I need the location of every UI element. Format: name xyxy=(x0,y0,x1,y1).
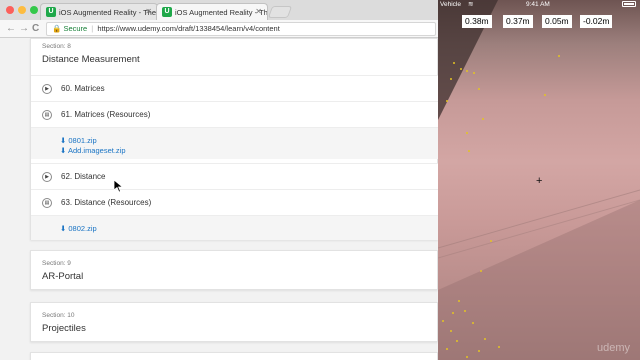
lecture-row[interactable]: ▶ 62. Distance xyxy=(31,163,438,189)
resource-list: ⬇ 0801.zip ⬇ Add.imageset.zip xyxy=(31,127,438,159)
section-label: Section: 9 xyxy=(42,260,71,267)
feature-point xyxy=(558,55,560,57)
resource-filename: 0801.zip xyxy=(68,136,97,145)
zoom-window-button[interactable] xyxy=(30,6,38,14)
section-title: Projectiles xyxy=(42,323,86,334)
section-card-next[interactable] xyxy=(30,352,438,360)
feature-point xyxy=(446,100,448,102)
feature-point xyxy=(466,132,468,134)
feature-point xyxy=(490,240,492,242)
feature-point xyxy=(544,94,546,96)
feature-point xyxy=(472,322,474,324)
resource-filename: Add.imageset.zip xyxy=(67,146,126,155)
section-label: Section: 8 xyxy=(42,43,71,50)
tab-bar: U iOS Augmented Reality - The C ✕ U iOS … xyxy=(0,0,438,20)
reload-icon[interactable]: C xyxy=(32,23,39,35)
resource-link[interactable]: ⬇ 0801.zip xyxy=(60,136,97,145)
feature-point xyxy=(450,330,452,332)
feature-point xyxy=(482,118,484,120)
wifi-icon: ≋ xyxy=(468,1,474,8)
lecture-row[interactable]: ▤ 61. Matrices (Resources) xyxy=(31,101,438,127)
feature-point xyxy=(453,62,455,64)
ar-camera-view[interactable]: Vehicle ≋ 9:41 AM 0.38m 0.37m 0.05m -0.0… xyxy=(438,0,640,360)
distance-label: 0.38m xyxy=(462,15,492,28)
address-bar[interactable]: 🔒 Secure | https://www.udemy.com/draft/1… xyxy=(46,22,436,36)
feature-point xyxy=(464,310,466,312)
new-tab-button[interactable] xyxy=(267,6,293,18)
lecture-row[interactable]: ▶ 60. Matrices xyxy=(31,75,438,101)
tab-title: iOS Augmented Reality - The C xyxy=(59,8,158,17)
address-separator: | xyxy=(91,24,94,33)
udemy-watermark: udemy xyxy=(596,342,630,354)
distance-label: -0.02m xyxy=(580,15,613,28)
clock: 9:41 AM xyxy=(526,1,550,8)
crosshair-icon: + xyxy=(536,175,543,187)
feature-point xyxy=(456,340,458,342)
lock-icon: 🔒 xyxy=(52,24,62,33)
udemy-favicon-icon: U xyxy=(162,7,172,17)
document-icon: ▤ xyxy=(42,110,52,120)
back-icon[interactable]: ← xyxy=(6,23,16,35)
feature-point xyxy=(460,68,462,70)
feature-point xyxy=(458,300,460,302)
tab-course-1[interactable]: U iOS Augmented Reality - The C ✕ xyxy=(40,3,158,20)
distance-label: 0.05m xyxy=(542,15,572,28)
udemy-favicon-icon: U xyxy=(46,7,56,17)
course-content: Section: 8 Distance Measurement ▶ 60. Ma… xyxy=(0,38,438,360)
feature-point xyxy=(442,320,444,322)
feature-point xyxy=(452,312,454,314)
lecture-title: 61. Matrices (Resources) xyxy=(61,110,151,119)
lecture-title: 63. Distance (Resources) xyxy=(61,198,152,207)
browser-toolbar: ← → C 🔒 Secure | https://www.udemy.com/d… xyxy=(0,20,438,38)
feature-point xyxy=(498,346,500,348)
section-card-8: Section: 8 Distance Measurement ▶ 60. Ma… xyxy=(30,38,438,240)
feature-point xyxy=(484,338,486,340)
section-label: Section: 10 xyxy=(42,312,75,319)
section-card-9[interactable]: Section: 9 AR-Portal xyxy=(30,250,438,290)
lecture-title: 60. Matrices xyxy=(61,84,105,93)
feature-point xyxy=(450,78,452,80)
mouse-cursor-icon xyxy=(114,180,124,192)
close-tab-icon[interactable]: ✕ xyxy=(255,7,262,16)
resource-link[interactable]: ⬇ 0802.zip xyxy=(60,224,97,233)
feature-point xyxy=(473,72,475,74)
carrier-label: Vehicle xyxy=(440,1,461,8)
feature-point xyxy=(480,270,482,272)
section-title: AR-Portal xyxy=(42,271,84,282)
resource-list: ⬇ 0802.zip xyxy=(31,215,438,240)
play-icon: ▶ xyxy=(42,84,52,94)
lecture-row[interactable]: ▤ 63. Distance (Resources) xyxy=(31,189,438,215)
feature-point xyxy=(446,348,448,350)
browser-window: U iOS Augmented Reality - The C ✕ U iOS … xyxy=(0,0,438,360)
section-title: Distance Measurement xyxy=(42,54,140,65)
lecture-title: 62. Distance xyxy=(61,172,106,181)
feature-point xyxy=(468,150,470,152)
close-tab-icon[interactable]: ✕ xyxy=(145,7,152,16)
tab-course-2[interactable]: U iOS Augmented Reality - The C ✕ xyxy=(156,3,268,20)
url-text: https://www.udemy.com/draft/1338454/lear… xyxy=(97,24,280,33)
feature-point xyxy=(466,70,468,72)
resource-link[interactable]: ⬇ Add.imageset.zip xyxy=(60,146,126,155)
distance-label: 0.37m xyxy=(503,15,533,28)
secure-label: Secure xyxy=(63,24,88,33)
feature-point xyxy=(466,356,468,358)
section-card-10[interactable]: Section: 10 Projectiles xyxy=(30,302,438,342)
feature-point xyxy=(478,88,480,90)
play-icon: ▶ xyxy=(42,172,52,182)
ios-status-bar: Vehicle ≋ 9:41 AM xyxy=(438,0,640,10)
minimize-window-button[interactable] xyxy=(18,6,26,14)
feature-point xyxy=(478,350,480,352)
tab-title: iOS Augmented Reality - The C xyxy=(175,8,268,17)
document-icon: ▤ xyxy=(42,198,52,208)
battery-icon xyxy=(622,1,636,7)
forward-icon[interactable]: → xyxy=(19,23,29,35)
resource-filename: 0802.zip xyxy=(68,224,97,233)
close-window-button[interactable] xyxy=(6,6,14,14)
